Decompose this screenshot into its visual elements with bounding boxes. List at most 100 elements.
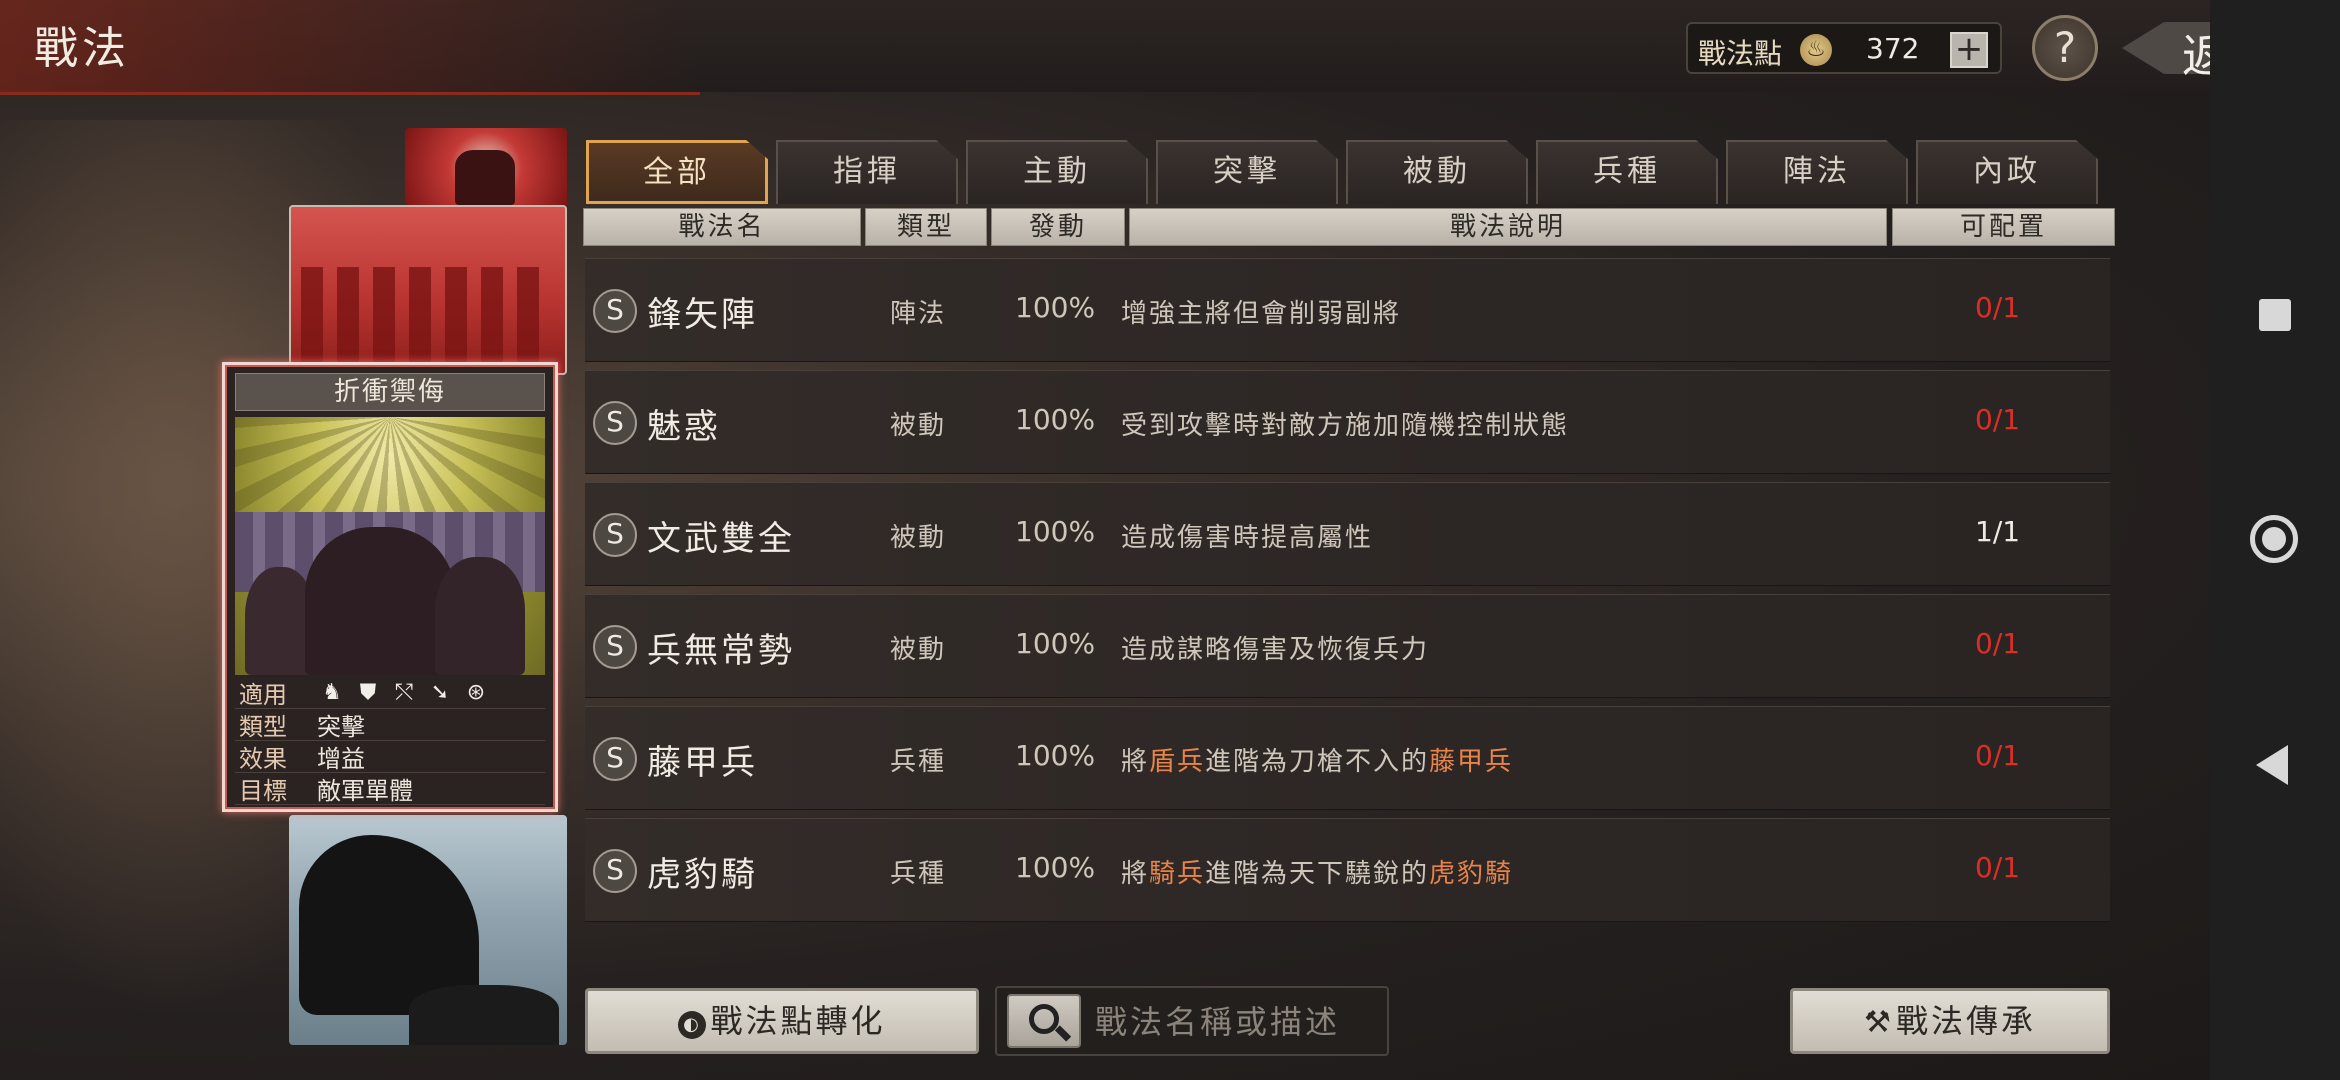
tactic-card-second[interactable] <box>289 205 567 375</box>
tactic-points-label: 戰法點 <box>1698 37 1783 70</box>
tab-internal-affairs[interactable]: 內政 <box>1916 140 2098 204</box>
column-header-name[interactable]: 戰法名 <box>583 208 861 246</box>
info-row-type: 類型 突擊 <box>235 709 545 741</box>
tactic-type: 被動 <box>890 635 947 665</box>
column-header-description: 戰法說明 <box>1129 208 1887 246</box>
tactic-configurable: 1/1 <box>1975 515 2021 548</box>
tactic-card-bottom[interactable] <box>289 815 567 1045</box>
column-header-configurable[interactable]: 可配置 <box>1892 208 2115 246</box>
tactic-description: 將盾兵進階為刀槍不入的藤甲兵 <box>1121 747 1514 777</box>
tactic-configurable: 0/1 <box>1975 291 2021 324</box>
tactic-name: 文武雙全 <box>647 519 795 559</box>
grade-badge: S <box>593 289 637 333</box>
tactic-name: 魅惑 <box>647 407 721 447</box>
column-header-rate[interactable]: 發動 <box>991 208 1125 246</box>
tactic-description: 造成謀略傷害及恢復兵力 <box>1121 635 1430 665</box>
tactic-name: 鋒矢陣 <box>647 295 758 335</box>
wheel-icon: ⊛ <box>466 679 486 705</box>
bow-icon: ⤲ <box>395 679 413 705</box>
tactic-row[interactable]: S 虎豹騎 兵種 100% 將騎兵進階為天下驍銳的虎豹騎 0/1 <box>585 818 2110 922</box>
tactic-name: 藤甲兵 <box>647 743 758 783</box>
tactic-configurable: 0/1 <box>1975 851 2021 884</box>
tactic-rate: 100% <box>1015 851 1096 884</box>
tactic-name: 虎豹騎 <box>647 855 758 895</box>
info-value: 增益 <box>317 745 365 773</box>
inherit-tactic-button[interactable]: ⚒戰法傳承 <box>1790 988 2110 1054</box>
search-button[interactable] <box>1007 994 1081 1048</box>
tactic-row[interactable]: S 魅惑 被動 100% 受到攻擊時對敵方施加隨機控制狀態 0/1 <box>585 370 2110 474</box>
tactic-points-box: 戰法點 ♨ 372 + <box>1686 22 2002 74</box>
home-icon[interactable] <box>2250 515 2298 563</box>
card-art <box>235 417 545 675</box>
selected-tactic-card[interactable]: 折衝禦侮 適用 ♞ ⛊ ⤲ ➘ ⊛ 類型 突擊 效果 增益 目標 敵軍單體 <box>222 362 558 812</box>
info-key: 適用 <box>239 681 287 709</box>
page-title: 戰法 <box>34 23 130 74</box>
tactic-rate: 100% <box>1015 627 1096 660</box>
drop-icon: ◐ <box>678 1011 707 1039</box>
spear-icon: ➘ <box>430 679 450 705</box>
add-points-button[interactable]: + <box>1950 32 1988 68</box>
info-row-applicable: 適用 ♞ ⛊ ⤲ ➘ ⊛ <box>235 677 545 709</box>
tactic-configurable: 0/1 <box>1975 739 2021 772</box>
tactic-type: 被動 <box>890 523 947 553</box>
grade-badge: S <box>593 401 637 445</box>
tactic-row[interactable]: S 文武雙全 被動 100% 造成傷害時提高屬性 1/1 <box>585 482 2110 586</box>
shield-icon: ⛊ <box>359 679 377 705</box>
tactic-description: 受到攻擊時對敵方施加隨機控制狀態 <box>1121 411 1570 441</box>
card-silhouette <box>455 150 515 205</box>
tactic-rate: 100% <box>1015 291 1096 324</box>
info-key: 類型 <box>239 713 287 741</box>
tactic-name: 兵無常勢 <box>647 631 795 671</box>
column-header-type[interactable]: 類型 <box>865 208 987 246</box>
grade-badge: S <box>593 849 637 893</box>
grade-badge: S <box>593 513 637 557</box>
inherit-label: 戰法傳承 <box>1895 1002 2036 1040</box>
tactic-type: 被動 <box>890 411 947 441</box>
tactic-description: 增強主將但會削弱副將 <box>1121 299 1402 329</box>
search-box <box>995 986 1389 1056</box>
grade-badge: S <box>593 625 637 669</box>
card-info-table: 適用 ♞ ⛊ ⤲ ➘ ⊛ 類型 突擊 效果 增益 目標 敵軍單體 <box>235 677 545 805</box>
info-key: 效果 <box>239 745 287 773</box>
search-input[interactable] <box>1095 1000 1375 1044</box>
tactic-type: 兵種 <box>890 859 947 889</box>
card-name: 折衝禦侮 <box>235 373 545 411</box>
tactic-configurable: 0/1 <box>1975 627 2021 660</box>
tactic-row[interactable]: S 兵無常勢 被動 100% 造成謀略傷害及恢復兵力 0/1 <box>585 594 2110 698</box>
tactic-configurable: 0/1 <box>1975 403 2021 436</box>
info-value: 突擊 <box>317 713 365 741</box>
tab-passive[interactable]: 被動 <box>1346 140 1528 204</box>
tab-all[interactable]: 全部 <box>586 140 768 204</box>
tactic-rate: 100% <box>1015 739 1096 772</box>
tactic-rate: 100% <box>1015 403 1096 436</box>
convert-points-button[interactable]: ◐ 戰法點轉化 <box>585 988 979 1054</box>
tactic-type: 陣法 <box>890 299 947 329</box>
help-button[interactable]: ? <box>2032 15 2098 81</box>
category-tabs: 全部 指揮 主動 突擊 被動 兵種 陣法 內政 <box>586 140 2098 204</box>
tab-command[interactable]: 指揮 <box>776 140 958 204</box>
tab-troop-type[interactable]: 兵種 <box>1536 140 1718 204</box>
tactic-points-value: 372 <box>1866 32 1920 65</box>
tactic-row[interactable]: S 藤甲兵 兵種 100% 將盾兵進階為刀槍不入的藤甲兵 0/1 <box>585 706 2110 810</box>
tab-assault[interactable]: 突擊 <box>1156 140 1338 204</box>
tactic-rate: 100% <box>1015 515 1096 548</box>
back-triangle-icon[interactable] <box>2256 745 2288 785</box>
tactic-row[interactable]: S 鋒矢陣 陣法 100% 增強主將但會削弱副將 0/1 <box>585 258 2110 362</box>
tactic-type: 兵種 <box>890 747 947 777</box>
info-row-target: 目標 敵軍單體 <box>235 773 545 805</box>
tactic-description: 造成傷害時提高屬性 <box>1121 523 1374 553</box>
cavalry-icon: ♞ <box>322 679 342 705</box>
hammer-icon: ⚒ <box>1864 1005 1894 1040</box>
info-row-effect: 效果 增益 <box>235 741 545 773</box>
tab-formation[interactable]: 陣法 <box>1726 140 1908 204</box>
tab-active[interactable]: 主動 <box>966 140 1148 204</box>
convert-label: 戰法點轉化 <box>710 1002 886 1040</box>
tactic-description: 將騎兵進階為天下驍銳的虎豹騎 <box>1121 859 1514 889</box>
tactic-list: S 鋒矢陣 陣法 100% 增強主將但會削弱副將 0/1 S 魅惑 被動 100… <box>585 258 2110 958</box>
recents-icon[interactable] <box>2259 299 2291 331</box>
grade-badge: S <box>593 737 637 781</box>
back-arrow-icon <box>2122 22 2164 74</box>
unit-type-icons: ♞ ⛊ ⤲ ➘ ⊛ <box>309 680 489 706</box>
drop-icon: ♨ <box>1800 34 1832 66</box>
info-key: 目標 <box>239 777 287 805</box>
